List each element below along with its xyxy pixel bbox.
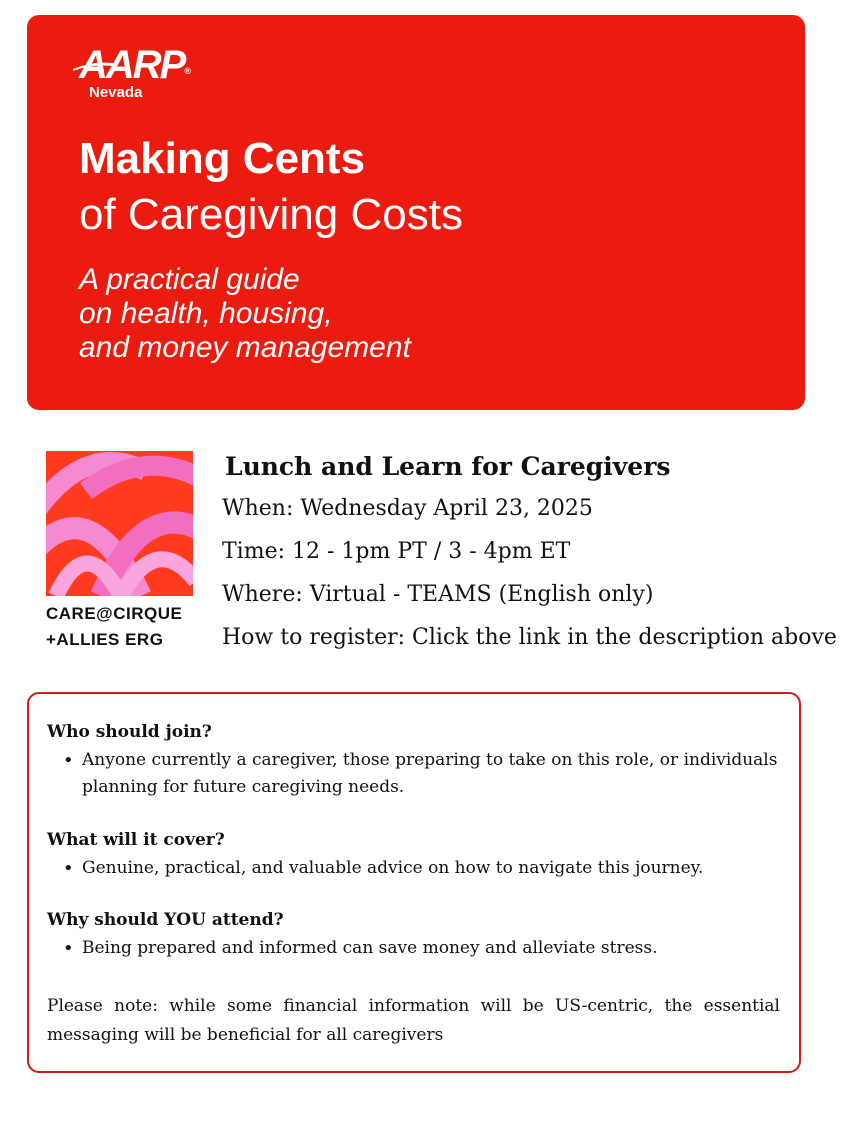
event-time: Time: 12 - 1pm PT / 3 - 4pm ET bbox=[222, 539, 571, 564]
logo-subtitle: Nevada bbox=[89, 84, 143, 101]
answer-who: Anyone currently a caregiver, those prep… bbox=[63, 747, 782, 801]
tagline-line: on health, housing, bbox=[79, 297, 333, 330]
answer-why: Being prepared and informed can save mon… bbox=[63, 935, 782, 962]
tagline-line: and money management bbox=[79, 331, 411, 364]
event-register: How to register: Click the link in the d… bbox=[222, 625, 837, 650]
answer-what: Genuine, practical, and valuable advice … bbox=[63, 855, 782, 882]
organizer-line: +ALLIES ERG bbox=[46, 630, 164, 649]
question-what: What will it cover? bbox=[47, 830, 225, 850]
organizer-label: CARE@CIRQUE +ALLIES ERG bbox=[46, 601, 182, 653]
disclaimer-note: Please note: while some financial inform… bbox=[47, 996, 780, 1045]
question-who: Who should join? bbox=[47, 722, 212, 742]
logo-wordmark: AARP® bbox=[79, 43, 191, 87]
banner-title-line2: of Caregiving Costs bbox=[79, 190, 463, 239]
organizer-line: CARE@CIRQUE bbox=[46, 604, 183, 623]
event-where: Where: Virtual - TEAMS (English only) bbox=[222, 582, 654, 607]
tagline-line: A practical guide bbox=[79, 263, 300, 296]
question-why: Why should YOU attend? bbox=[47, 910, 284, 930]
info-box: Who should join? Anyone currently a care… bbox=[27, 692, 801, 1073]
event-when: When: Wednesday April 23, 2025 bbox=[222, 496, 593, 521]
arches-emblem-icon bbox=[46, 451, 193, 596]
aarp-logo: AARP® Nevada bbox=[73, 43, 191, 101]
hero-banner: AARP® Nevada Making Cents of Caregiving … bbox=[27, 15, 805, 410]
banner-title-line1: Making Cents bbox=[79, 134, 366, 183]
event-title: Lunch and Learn for Caregivers bbox=[225, 452, 671, 481]
banner-tagline: A practical guide on health, housing, an… bbox=[79, 263, 411, 365]
